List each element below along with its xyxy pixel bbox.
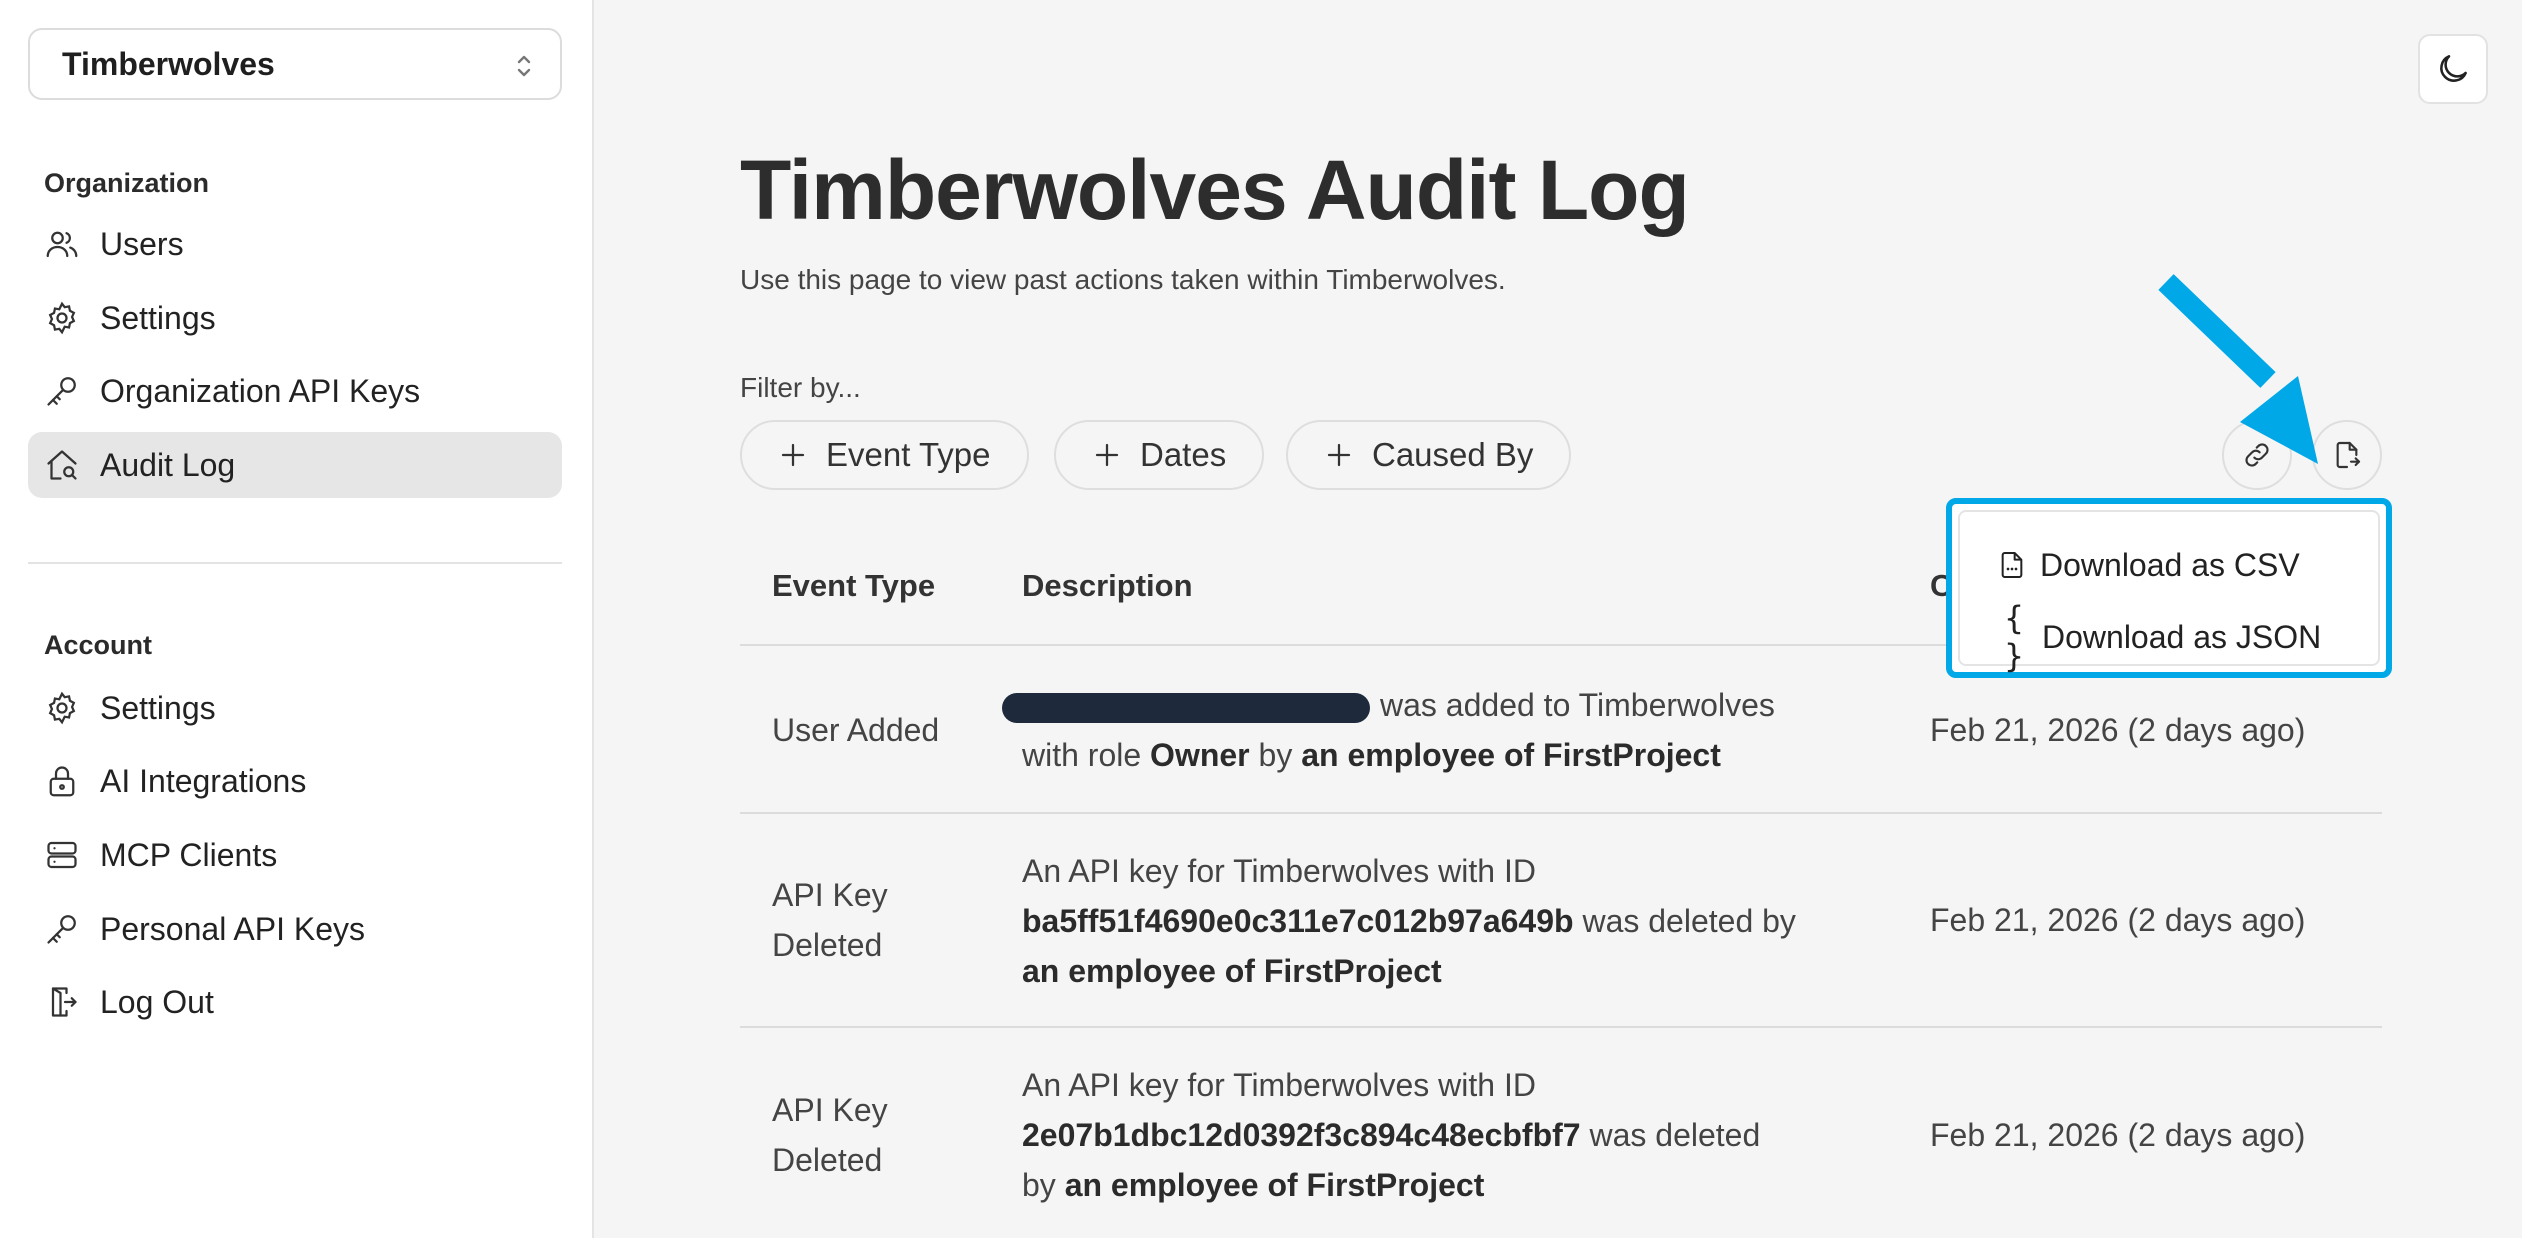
gear-icon (48, 301, 76, 335)
filter-chip-label: Event Type (826, 436, 991, 473)
row3-desc-text: was deleted (1589, 1117, 1761, 1153)
row3-date: Feb 21, 2026 (2 days ago) (1930, 1117, 2306, 1153)
sidebar-item-label: Users (100, 225, 184, 262)
lock-icon (49, 766, 75, 797)
sidebar-item-label: Settings (100, 299, 216, 336)
annotation-arrow-icon (2158, 274, 2318, 464)
table-row-divider (740, 1026, 2382, 1028)
account-section-label: Account (44, 630, 152, 660)
sidebar-item-audit-log[interactable]: Audit Log (28, 432, 562, 498)
sidebar-item-label: AI Integrations (100, 762, 307, 799)
key-icon (47, 915, 76, 944)
row2-actor: an employee of FirstProject (1022, 953, 1442, 989)
row3-actor: an employee of FirstProject (1064, 1167, 1485, 1203)
filter-event-type-button[interactable]: Event Type (740, 420, 1029, 490)
sidebar-item-log-out[interactable]: Log Out (28, 969, 562, 1035)
sidebar-item-label: Organization API Keys (100, 372, 421, 409)
download-menu: Download as CSV { } Download as JSON (1958, 510, 2380, 675)
audit-icon (47, 450, 77, 480)
row3-event-type: API Key Deleted (772, 1085, 888, 1185)
row3-key-id: 2e07b1dbc12d0392f3c894c48ecbfbf7 (1022, 1117, 1581, 1153)
row3-desc-text: by (1022, 1167, 1056, 1203)
key-icon (47, 377, 76, 406)
sidebar-item-organization-api-keys[interactable]: Organization API Keys (28, 358, 562, 424)
row2-event-type: API Key Deleted (772, 870, 888, 970)
filter-dates-button[interactable]: Dates (1054, 420, 1265, 490)
column-header-event-type[interactable]: Event Type (772, 568, 935, 604)
row1-role: Owner (1150, 737, 1250, 773)
theme-toggle-button[interactable] (2418, 34, 2488, 104)
sidebar-item-label: Settings (100, 689, 216, 726)
sidebar-item-ai-integrations[interactable]: AI Integrations (28, 748, 562, 814)
download-csv-label: Download as CSV (2040, 546, 2300, 583)
row2-desc-text: An API key for Timberwolves with ID (1022, 853, 1536, 889)
gear-icon (48, 691, 76, 725)
column-header-description[interactable]: Description (1022, 568, 1193, 604)
organization-selector[interactable]: Timberwolves (28, 28, 562, 100)
plus-icon (1327, 443, 1351, 467)
table-row-divider (740, 812, 2382, 814)
file-export-icon (2336, 441, 2361, 469)
row3-desc-text: An API key for Timberwolves with ID (1022, 1067, 1536, 1103)
redacted-user (1002, 692, 1370, 723)
page-subtitle: Use this page to view past actions taken… (740, 264, 1506, 295)
braces-icon: { } (2004, 599, 2023, 675)
server-icon (47, 841, 77, 869)
sidebar-item-label: Log Out (100, 983, 214, 1020)
row1-event-type: User Added (772, 712, 940, 748)
row2-key-id: ba5ff51f4690e0c311e7c012b97a649b (1022, 903, 1574, 939)
download-menu-highlight: Download as CSV { } Download as JSON (1946, 498, 2392, 678)
sidebar-item-label: MCP Clients (100, 836, 278, 873)
users-icon (46, 231, 78, 258)
page-title: Timberwolves Audit Log (740, 143, 1690, 237)
row1-desc-text: by (1258, 737, 1293, 773)
row1-desc-text: was added to Timberwolves (1380, 687, 1775, 723)
sidebar-item-label: Audit Log (100, 446, 236, 483)
filter-chip-label: Dates (1140, 436, 1227, 473)
row3-event-type-line2: Deleted (772, 1142, 883, 1178)
moon-icon (2440, 55, 2467, 82)
sidebar-item-account-settings[interactable]: Settings (28, 675, 562, 741)
row2-date: Feb 21, 2026 (2 days ago) (1930, 902, 2306, 938)
sidebar-divider (28, 562, 562, 564)
filter-chip-label: Caused By (1372, 436, 1534, 473)
row1-description: was added to Timberwolves with role Owne… (1002, 680, 1882, 780)
sidebar-item-mcp-clients[interactable]: MCP Clients (28, 822, 562, 888)
plus-icon (781, 443, 805, 467)
row1-desc-text: with role (1022, 737, 1142, 773)
sidebar-item-settings[interactable]: Settings (28, 285, 562, 351)
organization-name: Timberwolves (62, 45, 275, 82)
download-json-label: Download as JSON (2042, 618, 2322, 655)
filter-label: Filter by... (740, 372, 861, 403)
download-csv-item[interactable]: Download as CSV (1996, 540, 2300, 590)
filter-caused-by-button[interactable]: Caused By (1286, 420, 1572, 490)
row2-desc-text: was deleted by (1582, 903, 1796, 939)
plus-icon (1095, 443, 1119, 467)
row2-event-type-line1: API Key (772, 877, 888, 913)
row2-event-type-line2: Deleted (772, 927, 883, 963)
row3-description: An API key for Timberwolves with ID 2e07… (1022, 1060, 1902, 1210)
row2-description: An API key for Timberwolves with ID ba5f… (1022, 846, 1902, 996)
download-json-item[interactable]: { } Download as JSON (1996, 599, 2322, 675)
sidebar-item-personal-api-keys[interactable]: Personal API Keys (28, 896, 562, 962)
row1-actor: an employee of FirstProject (1301, 737, 1721, 773)
logout-icon (51, 987, 77, 1017)
sidebar-item-label: Personal API Keys (100, 910, 366, 947)
file-csv-icon (2001, 552, 2023, 578)
organization-section-label: Organization (44, 168, 210, 198)
sidebar: Timberwolves Organization Users Settings… (0, 0, 594, 1238)
sidebar-item-users[interactable]: Users (28, 211, 562, 277)
row1-date: Feb 21, 2026 (2 days ago) (1930, 712, 2306, 748)
chevron-updown-icon (517, 55, 531, 77)
row3-event-type-line1: API Key (772, 1092, 888, 1128)
